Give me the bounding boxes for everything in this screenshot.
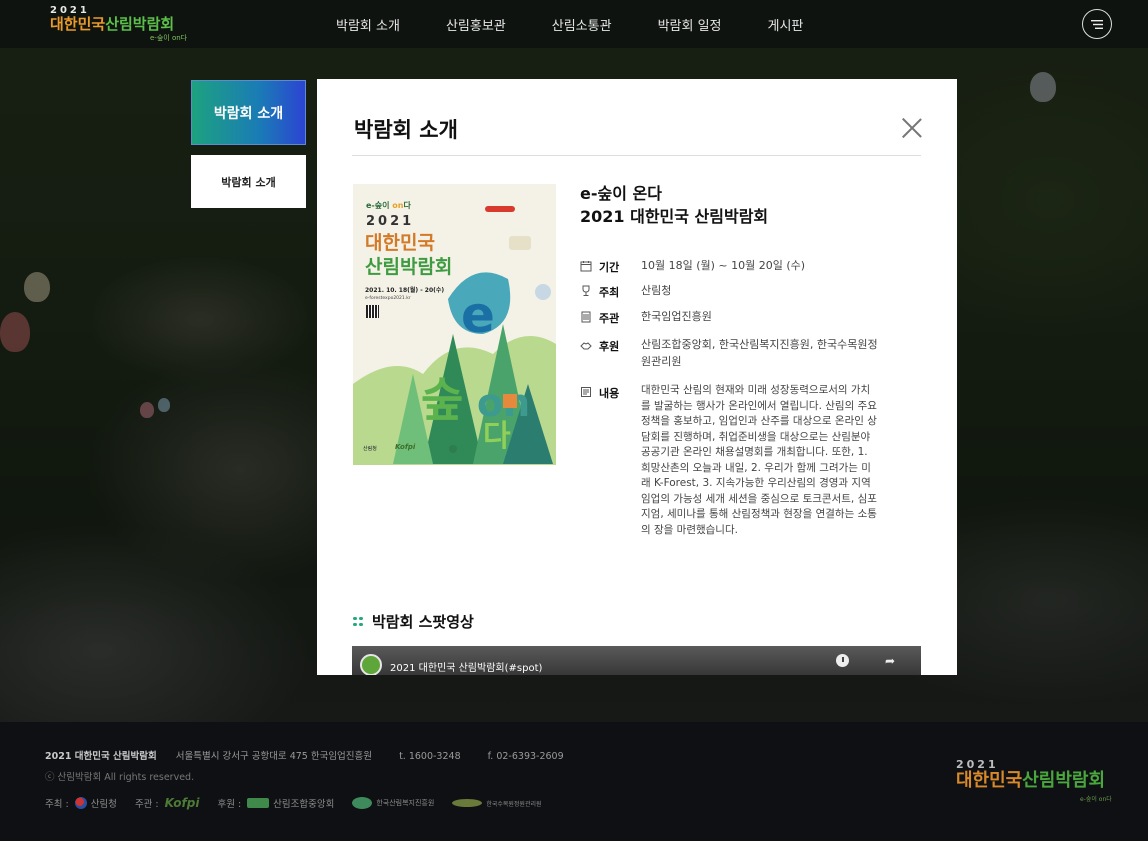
spot-video-player[interactable]: 2021 대한민국 산림박람회(#spot) ➦	[352, 646, 921, 675]
expo-headline: e-숲이 온다 2021 대한민국 산림박람회	[580, 184, 769, 226]
dots-icon	[353, 616, 363, 627]
info-label: 내용	[599, 387, 620, 400]
footer-logo: 2021 대한민국산림박람회 e-숲이 on다	[956, 758, 1112, 803]
calendar-icon	[580, 261, 592, 272]
info-row-period: 기간 10월 18일 (월) ~ 10월 20일 (수)	[580, 259, 900, 275]
info-value: 산림조합중앙회, 한국산림복지진흥원, 한국수목원정원관리원	[641, 338, 878, 368]
main-nav: 박람회 소개 산림홍보관 산림소통관 박람회 일정 게시판	[336, 0, 849, 48]
info-value: 한국임업진흥원	[641, 310, 712, 323]
info-label: 주관	[599, 312, 620, 325]
modal-title: 박람회 소개	[354, 118, 458, 142]
footer-address: 서울특별시 강서구 공항대로 475 한국임업진흥원	[175, 751, 373, 762]
poster-title-line1: 대한민국	[365, 232, 435, 254]
intro-modal: 박람회 소개 e 숲 on 다 e-숲이 on다 2021 대한민국 산림박람회…	[317, 79, 957, 675]
info-value: 10월 18일 (월) ~ 10월 20일 (수)	[641, 259, 806, 272]
spot-video-heading: 박람회 스팟영상	[353, 611, 474, 632]
qr-code-icon	[366, 305, 379, 318]
channel-avatar[interactable]	[360, 654, 382, 675]
info-label: 기간	[599, 261, 620, 274]
info-value: 산림청	[641, 284, 672, 297]
handshake-icon	[580, 342, 592, 350]
poster-logo-forest-service: 산림청	[363, 446, 377, 452]
menu-button[interactable]	[1082, 9, 1112, 39]
footer-info: 2021 대한민국 산림박람회 서울특별시 강서구 공항대로 475 한국임업진…	[45, 751, 564, 762]
nav-item-promotion-hall[interactable]: 산림홍보관	[446, 15, 506, 34]
poster-date: 2021. 10. 18(월) - 20(수)	[365, 287, 445, 294]
info-row-content: 내용 대한민국 산림의 현재와 미래 성장동력으로서의 가치를 발굴하는 행사가…	[580, 384, 900, 538]
org-forest-service[interactable]: 산림청	[74, 796, 117, 810]
svg-text:숲: 숲	[421, 373, 463, 427]
site-header: 2021 대한민국산림박람회 e-숲이 on다 박람회 소개 산림홍보관 산림소…	[0, 0, 1148, 48]
arboretum-logo-icon	[452, 799, 483, 807]
org-forest-welfare[interactable]: 한국산림복지진흥원	[352, 797, 434, 809]
divider	[352, 155, 921, 156]
poster-url: e-forestexpo2021.kr	[365, 296, 411, 301]
logo-main: 대한민국산림박람회	[50, 15, 175, 33]
footer-fax: f. 02-6393-2609	[487, 751, 564, 762]
poster-logo-kofpi: Kofpi	[395, 443, 416, 451]
poster-title-line2: 산림박람회	[365, 256, 453, 278]
info-label: 후원	[599, 340, 620, 353]
side-item-intro[interactable]: 박람회 소개	[191, 155, 306, 208]
org-forest-cooperative[interactable]: 산림조합중앙회	[247, 796, 334, 810]
logo-sub: e-숲이 on다	[150, 34, 188, 42]
org-arboretum[interactable]: 한국수목원정원관리원	[452, 799, 542, 808]
svg-text:e: e	[461, 286, 495, 344]
info-label: 주최	[599, 286, 620, 299]
poster-tagline: e-숲이 on다	[366, 201, 411, 210]
share-icon[interactable]: ➦	[885, 654, 895, 668]
video-title[interactable]: 2021 대한민국 산림박람회(#spot)	[390, 659, 542, 674]
nav-item-board[interactable]: 게시판	[768, 15, 804, 34]
footer-orgs: 주최 : 산림청 주관 : Kofpi 후원 : 산림조합중앙회 한국산림복지진…	[45, 796, 542, 810]
svg-text:다: 다	[483, 419, 511, 454]
expo-poster: e 숲 on 다 e-숲이 on다 2021 대한민국 산림박람회 2021. …	[353, 184, 556, 465]
side-section-title: 박람회 소개	[191, 80, 306, 145]
site-logo[interactable]: 2021 대한민국산림박람회 e-숲이 on다	[50, 5, 190, 43]
footer-tel: t. 1600-3248	[399, 751, 461, 762]
org-kofpi[interactable]: Kofpi	[165, 796, 200, 810]
document-icon	[581, 387, 591, 397]
forest-service-logo-icon	[74, 797, 87, 809]
forest-welfare-logo-icon	[352, 797, 373, 809]
trophy-icon	[582, 285, 590, 296]
footer-copyright: ⓒ 산림박람회 All rights reserved.	[45, 772, 195, 783]
info-row-sponsor: 후원 산림조합중앙회, 한국산림복지진흥원, 한국수목원정원관리원	[580, 338, 900, 370]
site-footer: 2021 대한민국 산림박람회 서울특별시 강서구 공항대로 475 한국임업진…	[0, 722, 1148, 841]
nav-item-schedule[interactable]: 박람회 일정	[658, 15, 722, 34]
hamburger-icon	[1091, 19, 1103, 29]
nav-item-intro[interactable]: 박람회 소개	[336, 15, 400, 34]
info-value: 대한민국 산림의 현재와 미래 성장동력으로서의 가치를 발굴하는 행사가 온라…	[641, 384, 877, 536]
info-row-organizer: 주관 한국임업진흥원	[580, 310, 900, 326]
building-icon	[581, 311, 591, 323]
poster-year: 2021	[366, 214, 415, 229]
clock-icon[interactable]	[836, 654, 849, 667]
forest-cooperative-logo-icon	[247, 798, 270, 808]
close-icon[interactable]	[901, 117, 923, 139]
info-row-host: 주최 산림청	[580, 284, 900, 300]
nav-item-communication-hall[interactable]: 산림소통관	[552, 15, 612, 34]
